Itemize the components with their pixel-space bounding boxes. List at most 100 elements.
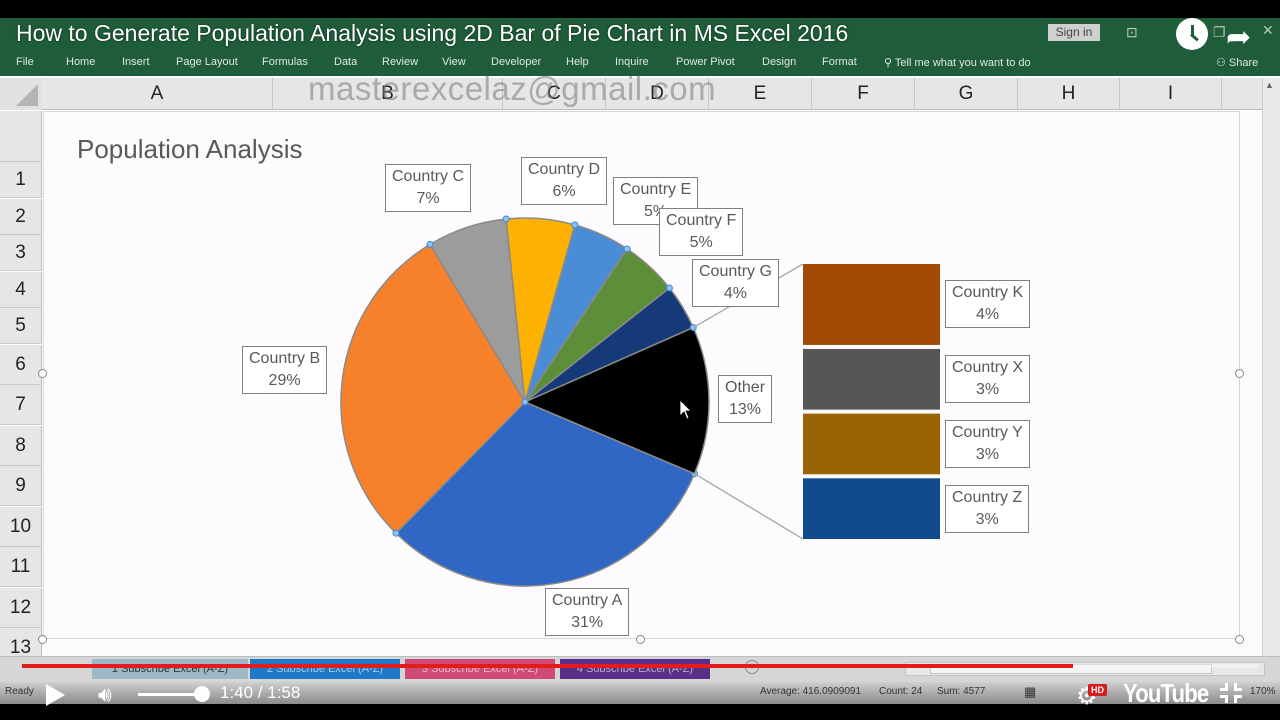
volume-slider[interactable] <box>138 693 202 696</box>
exit-fullscreen-icon[interactable] <box>1218 681 1244 705</box>
data-label-percent: 4% <box>976 306 1000 324</box>
data-label-category: Country K <box>952 284 1024 302</box>
share-button[interactable]: ⚇ Share <box>1216 56 1258 69</box>
data-label-country-a[interactable]: Country A 31% <box>545 588 630 636</box>
row-header-8[interactable]: 8 <box>0 425 42 466</box>
data-label-country-z[interactable]: Country Z 3% <box>945 484 1030 533</box>
row-header-6[interactable]: 6 <box>0 344 42 385</box>
ribbon-tab-power-pivot[interactable]: Power Pivot <box>676 56 735 68</box>
restore-window-icon[interactable]: ❐ <box>1213 24 1226 41</box>
data-label-category: Country Z <box>952 488 1023 506</box>
video-frame: How to Generate Population Analysis usin… <box>0 0 1280 720</box>
data-label-country-k[interactable]: Country K 4% <box>945 280 1031 329</box>
ribbon-tab-review[interactable]: Review <box>382 56 418 68</box>
ribbon-tab-inquire[interactable]: Inquire <box>615 56 649 68</box>
column-header-f[interactable]: F <box>812 78 915 110</box>
status-ready: Ready <box>5 686 34 697</box>
data-label-percent: 7% <box>416 190 440 207</box>
data-label-other[interactable]: Other 13% <box>718 375 773 423</box>
data-label-country-g[interactable]: Country G 4% <box>692 259 779 307</box>
ribbon-tab-file[interactable]: File <box>16 56 34 68</box>
column-header-e[interactable]: E <box>709 78 812 110</box>
data-label-country-y[interactable]: Country Y 3% <box>945 419 1030 468</box>
sheet-tab-1[interactable]: 1 Subscribe Excel (A-Z) <box>92 659 248 679</box>
ribbon-tab-developer[interactable]: Developer <box>491 56 541 68</box>
data-label-category: Country C <box>392 168 465 185</box>
share-video-icon[interactable]: ➦ <box>1226 20 1251 55</box>
share-label: Share <box>1228 57 1259 69</box>
play-icon[interactable] <box>46 684 65 706</box>
ribbon-tab-format[interactable]: Format <box>822 56 857 68</box>
ribbon-tab-design[interactable]: Design <box>762 56 796 68</box>
ribbon-tab-view[interactable]: View <box>442 56 466 68</box>
data-label-category: Country E <box>620 181 692 198</box>
status-average: Average: 416.0909091 <box>760 686 862 697</box>
chart-resize-handle-bottom-right[interactable] <box>1235 635 1244 644</box>
row-header-3[interactable]: 3 <box>0 235 42 271</box>
column-header-a[interactable]: A <box>42 78 273 110</box>
data-label-percent: 5% <box>689 234 713 251</box>
data-label-percent: 29% <box>268 372 301 389</box>
row-header-2[interactable]: 2 <box>0 198 42 235</box>
ribbon-tab-home[interactable]: Home <box>66 56 95 68</box>
row-header-5[interactable]: 5 <box>0 308 42 344</box>
zoom-level[interactable]: 170% <box>1250 686 1276 697</box>
chart-resize-handle-bottom-left[interactable] <box>38 635 47 644</box>
ribbon-tab-formulas[interactable]: Formulas <box>262 56 308 68</box>
hd-badge: HD <box>1088 684 1107 696</box>
chart-resize-handle-right[interactable] <box>1235 369 1244 378</box>
ribbon-tab-insert[interactable]: Insert <box>122 56 150 68</box>
ribbon-tab-page-layout[interactable]: Page Layout <box>176 56 238 68</box>
row-header-11[interactable]: 11 <box>0 547 42 587</box>
tell-me-search[interactable]: ⚲ Tell me what you want to do <box>884 56 1031 69</box>
ribbon-tab-data[interactable]: Data <box>334 56 357 68</box>
search-icon: ⚲ <box>884 57 895 69</box>
sheet-tab-3[interactable]: 3 Subscribe Excel (A-Z) <box>405 659 555 679</box>
video-title[interactable]: How to Generate Population Analysis usin… <box>16 20 848 47</box>
status-count: Count: 24 <box>879 686 923 697</box>
chart-title[interactable]: Population Analysis <box>77 134 302 165</box>
data-label-category: Country Y <box>952 423 1023 441</box>
volume-icon[interactable]: 🔊︎ <box>98 682 112 708</box>
data-label-country-f[interactable]: Country F 5% <box>659 208 744 256</box>
sign-in-button[interactable]: Sign in <box>1048 24 1100 41</box>
data-label-category: Country F <box>666 212 737 229</box>
time-display: 1:40 / 1:58 <box>220 683 301 702</box>
row-header-4[interactable]: 4 <box>0 271 42 308</box>
row-header-1[interactable]: 1 <box>0 162 42 198</box>
data-label-category: Country B <box>249 350 321 367</box>
data-label-percent: 31% <box>571 614 604 631</box>
data-label-percent: 13% <box>728 401 762 418</box>
data-label-percent: 3% <box>975 510 999 528</box>
youtube-logo[interactable]: YouTube <box>1123 678 1209 709</box>
column-header-i[interactable]: I <box>1120 78 1222 110</box>
data-label-category: Country G <box>699 263 772 280</box>
chart-resize-handle-left[interactable] <box>38 369 47 378</box>
row-header-10[interactable]: 10 <box>0 506 42 547</box>
video-progress-fill[interactable] <box>22 664 1073 668</box>
ribbon-display-options-icon[interactable]: ⊡ <box>1126 24 1138 41</box>
row-header-7[interactable]: 7 <box>0 385 42 425</box>
data-label-country-x[interactable]: Country X 3% <box>945 355 1031 404</box>
volume-slider-handle[interactable] <box>194 686 210 702</box>
row-header-12[interactable]: 12 <box>0 587 42 628</box>
select-all-button[interactable] <box>0 78 42 110</box>
tell-me-text: Tell me what you want to do <box>894 57 1031 69</box>
data-label-country-b[interactable]: Country B 29% <box>242 346 328 394</box>
chart-resize-handle-bottom[interactable] <box>636 635 645 644</box>
normal-view-icon[interactable]: ▦ <box>1024 684 1036 700</box>
column-header-g[interactable]: G <box>915 78 1018 110</box>
data-label-country-d[interactable]: Country D 6% <box>521 157 608 205</box>
data-label-category: Country X <box>952 359 1024 377</box>
sheet-tab-4[interactable]: 4 Subscribe Excel (A-Z) <box>560 659 710 679</box>
scroll-up-icon[interactable]: ▲ <box>1265 80 1274 90</box>
watch-later-icon[interactable] <box>1176 18 1208 50</box>
data-label-country-c[interactable]: Country C 7% <box>385 164 472 212</box>
close-window-icon[interactable]: ✕ <box>1262 22 1274 39</box>
ribbon-tab-help[interactable]: Help <box>566 56 589 68</box>
sheet-tab-2[interactable]: 2 Subscribe Excel (A-Z) <box>250 659 400 679</box>
vertical-scrollbar[interactable] <box>1262 78 1280 656</box>
row-header-9[interactable]: 9 <box>0 466 42 506</box>
person-add-icon: ⚇ <box>1216 57 1229 69</box>
column-header-h[interactable]: H <box>1018 78 1120 110</box>
